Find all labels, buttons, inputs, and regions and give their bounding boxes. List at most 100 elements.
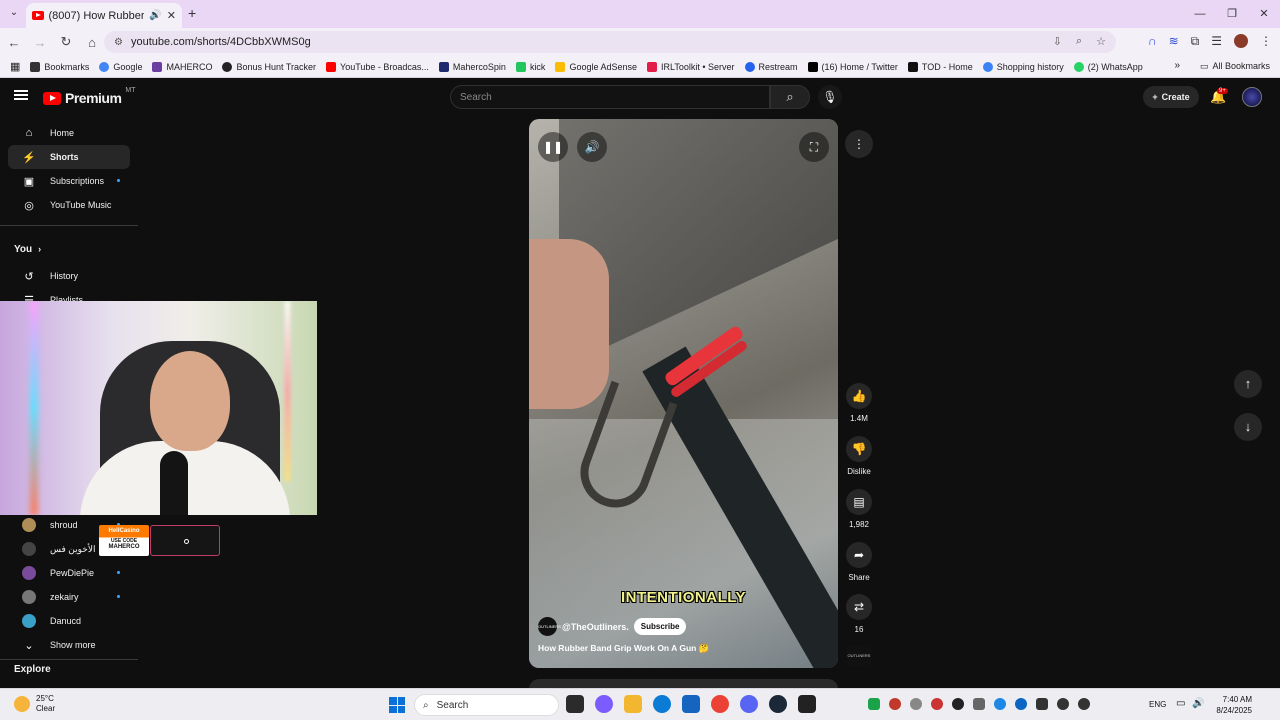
nvidia-icon[interactable] <box>868 698 880 710</box>
subscription-item[interactable]: Danucd <box>8 609 130 633</box>
clock[interactable]: 7:40 AM 8/24/2025 <box>1214 694 1252 716</box>
sidebar-item-subscriptions[interactable]: ▣ Subscriptions <box>8 169 130 193</box>
network-icon[interactable]: ▭ <box>1176 698 1185 709</box>
reading-list-icon[interactable]: ☰ <box>1211 34 1222 49</box>
search-input[interactable] <box>460 91 740 103</box>
show-more-button[interactable]: ⌄ Show more <box>8 633 130 657</box>
hamburger-menu-icon[interactable] <box>14 90 28 100</box>
comments-action[interactable]: ▤ 1,982 <box>842 489 876 529</box>
start-button[interactable] <box>389 697 405 713</box>
channel-avatar[interactable]: OUTLINERS <box>538 617 561 636</box>
chrome-icon[interactable] <box>711 695 729 713</box>
language-indicator[interactable]: ENG <box>1149 700 1166 709</box>
usb-icon[interactable] <box>973 698 985 710</box>
tab-search-icon[interactable]: ⌄ <box>6 5 22 21</box>
tray-app-icon[interactable] <box>889 698 901 710</box>
minimize-icon[interactable]: — <box>1184 0 1216 28</box>
bookmark-item[interactable]: kick <box>515 61 545 72</box>
microphone-icon[interactable]: 🎙 <box>818 85 842 109</box>
sidebar-you-heading[interactable]: You › <box>0 234 138 264</box>
taskbar-search[interactable]: ⌕ Search <box>414 694 559 716</box>
sidebar-item-history[interactable]: ↺ History <box>8 264 130 288</box>
account-avatar[interactable] <box>1242 87 1262 107</box>
task-view-icon[interactable] <box>566 695 584 713</box>
edge-icon[interactable] <box>653 695 671 713</box>
bookmark-item[interactable]: TOD - Home <box>907 61 973 72</box>
bookmark-item[interactable]: (16) Home / Twitter <box>807 61 898 72</box>
active-tab[interactable]: (8007) How Rubber Band G 🔊 ✕ <box>26 3 182 28</box>
subscribe-button[interactable]: Subscribe <box>633 618 687 635</box>
share-action[interactable]: ➦ Share <box>842 542 876 582</box>
more-bookmarks-icon[interactable]: » <box>1174 60 1180 71</box>
reload-icon[interactable]: ↻ <box>54 34 78 50</box>
pause-icon[interactable]: ❚❚ <box>538 132 568 162</box>
tray-app-icon[interactable] <box>994 698 1006 710</box>
copilot-icon[interactable] <box>595 695 613 713</box>
shorts-player[interactable]: ❚❚ 🔊 ⛶ INTENTIONALLY OUTLINERS @TheOutli… <box>529 119 838 668</box>
youtube-logo[interactable]: Premium MT <box>43 87 136 106</box>
share-icon[interactable]: ➦ <box>846 542 872 568</box>
bookmark-item[interactable]: Google <box>99 61 142 72</box>
channel-name[interactable]: @TheOutliners. <box>562 622 629 632</box>
volume-icon[interactable]: 🔊 <box>577 132 607 162</box>
tray-app-icon[interactable] <box>1036 698 1048 710</box>
sidebar-item-home[interactable]: ⌂ Home <box>8 121 130 145</box>
address-bar[interactable]: ⚙ youtube.com/shorts/4DCbbXWMS0g ⇩ ⌕ ☆ <box>104 31 1116 53</box>
store-icon[interactable] <box>682 695 700 713</box>
bookmark-item[interactable]: Bonus Hunt Tracker <box>222 61 316 72</box>
bookmark-item[interactable]: (2) WhatsApp <box>1073 61 1143 72</box>
like-action[interactable]: 👍 1.4M <box>842 383 876 423</box>
sidebar-item-youtube-music[interactable]: ◎ YouTube Music <box>8 193 130 217</box>
tray-app-icon[interactable] <box>931 698 943 710</box>
close-window-icon[interactable]: ✕ <box>1248 0 1280 28</box>
bookmark-item[interactable]: Bookmarks <box>30 61 89 72</box>
speaker-icon[interactable]: 🔊 <box>149 10 161 21</box>
restore-icon[interactable]: ❐ <box>1216 0 1248 28</box>
thumbs-down-icon[interactable]: 👎 <box>846 436 872 462</box>
site-info-icon[interactable]: ⚙ <box>114 37 123 48</box>
bluetooth-icon[interactable] <box>1015 698 1027 710</box>
epic-games-icon[interactable] <box>798 695 816 713</box>
audio-extension-icon[interactable]: ≋ <box>1169 34 1179 49</box>
fullscreen-icon[interactable]: ⛶ <box>799 132 829 162</box>
bookmark-item[interactable]: Google AdSense <box>555 61 637 72</box>
previous-short-arrow-icon[interactable]: ↑ <box>1234 370 1262 398</box>
sidebar-item-shorts[interactable]: ⚡ Shorts <box>8 145 130 169</box>
bookmark-item[interactable]: MAHERCO <box>152 61 212 72</box>
all-bookmarks-folder[interactable]: ▭ All Bookmarks <box>1200 61 1270 72</box>
obs-icon[interactable] <box>952 698 964 710</box>
bookmark-star-icon[interactable]: ☆ <box>1096 35 1106 48</box>
bookmark-item[interactable]: YouTube - Broadcas... <box>326 61 429 72</box>
channel-sound-thumbnail[interactable]: OUTLINERS <box>847 646 871 666</box>
forward-icon[interactable]: → <box>28 35 52 50</box>
more-options-icon[interactable]: ⋮ <box>845 130 873 158</box>
discord-icon[interactable] <box>740 695 758 713</box>
volume-icon[interactable]: 🔊 <box>1192 698 1204 709</box>
short-title[interactable]: How Rubber Band Grip Work On A Gun 🤔 <box>538 643 709 654</box>
create-button[interactable]: + Create <box>1143 86 1199 108</box>
bookmark-item[interactable]: MahercoSpin <box>438 61 506 72</box>
new-tab-button[interactable]: + <box>188 5 196 21</box>
mic-tray-icon[interactable] <box>1078 698 1090 710</box>
subscription-item[interactable]: zekairy <box>8 585 130 609</box>
menu-icon[interactable]: ⋮ <box>1260 34 1272 49</box>
back-icon[interactable]: ← <box>2 35 26 50</box>
steam-icon[interactable] <box>769 695 787 713</box>
install-app-icon[interactable]: ⇩ <box>1053 35 1062 48</box>
tray-app-icon[interactable] <box>910 698 922 710</box>
bookmark-item[interactable]: Shopping history <box>982 61 1064 72</box>
home-icon[interactable]: ⌂ <box>80 35 104 50</box>
weather-widget[interactable]: 25°C Clear <box>14 694 55 714</box>
remix-action[interactable]: ⇄ 16 <box>842 594 876 634</box>
zoom-icon[interactable]: ⌕ <box>1076 35 1082 48</box>
file-explorer-icon[interactable] <box>624 695 642 713</box>
subscription-item[interactable]: PewDiePie <box>8 561 130 585</box>
comment-icon[interactable]: ▤ <box>846 489 872 515</box>
next-short-arrow-icon[interactable]: ↓ <box>1234 413 1262 441</box>
apps-grid-icon[interactable]: ▦ <box>10 60 20 73</box>
extensions-puzzle-icon[interactable]: ⧉ <box>1191 34 1200 49</box>
bookmark-item[interactable]: IRLToolkit • Server <box>647 61 735 72</box>
search-button[interactable]: ⌕ <box>770 85 810 109</box>
bookmark-item[interactable]: Restream <box>744 61 798 72</box>
dislike-action[interactable]: 👎 Dislike <box>842 436 876 476</box>
